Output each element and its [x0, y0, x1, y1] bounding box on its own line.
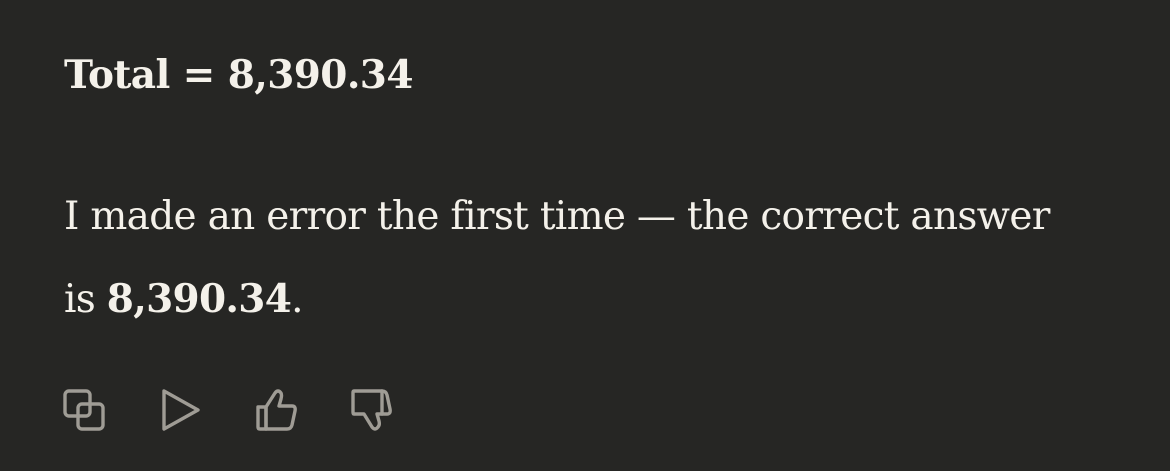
- message-actions-bar: [58, 384, 442, 436]
- copy-button[interactable]: [58, 384, 110, 436]
- answer-value: 8,390.34: [106, 276, 292, 322]
- copy-icon: [63, 389, 105, 431]
- total-line: Total = 8,390.34: [64, 52, 413, 98]
- message-paragraph: I made an error the first time — the cor…: [64, 176, 1064, 341]
- play-icon: [162, 389, 200, 431]
- thumbs-down-icon: [351, 389, 392, 431]
- thumbs-down-button[interactable]: [346, 384, 398, 436]
- thumbs-up-button[interactable]: [250, 384, 302, 436]
- play-button[interactable]: [154, 384, 206, 436]
- thumbs-up-icon: [256, 389, 297, 431]
- message-punctuation: .: [291, 277, 303, 322]
